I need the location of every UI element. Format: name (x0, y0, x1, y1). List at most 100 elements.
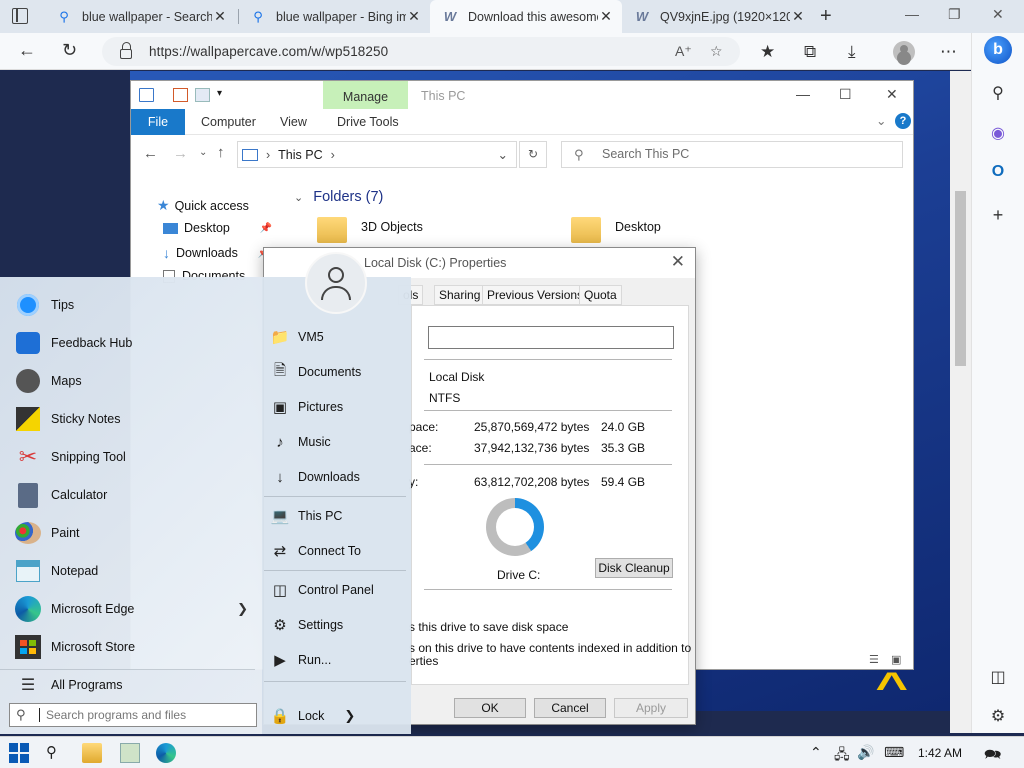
place-documents[interactable]: 🗎 Documents (268, 357, 408, 387)
close-tab-icon[interactable]: ✕ (790, 8, 806, 25)
app-microsoft-store[interactable]: Microsoft Store (0, 628, 262, 666)
close-tab-icon[interactable]: ✕ (598, 8, 614, 25)
keyboard-icon[interactable]: ⌨ (884, 744, 904, 761)
browser-tab[interactable]: ⚲ blue wallpaper - Search ✕ (44, 0, 236, 33)
downloads-icon[interactable]: ⤓ (848, 42, 856, 62)
minimize-icon[interactable]: — (905, 6, 919, 22)
all-programs[interactable]: ☰ All Programs (0, 666, 262, 704)
new-folder-quick-icon[interactable] (195, 88, 210, 102)
search-icon[interactable]: ⚲ (988, 83, 1008, 103)
expand-ribbon-icon[interactable]: ⌄ (876, 113, 886, 128)
place-run[interactable]: ▶ Run... (268, 645, 408, 675)
place-control-panel[interactable]: ◫ Control Panel (268, 575, 408, 605)
apply-button[interactable]: Apply (614, 698, 688, 718)
back-icon[interactable]: ← (18, 40, 36, 61)
tab-actions-icon[interactable] (12, 8, 28, 24)
maximize-icon[interactable]: ☐ (839, 86, 852, 103)
place-pictures[interactable]: ▣ Pictures (268, 392, 408, 422)
place-user-folder[interactable]: 📁 VM5 (268, 322, 408, 352)
nav-quick-access[interactable]: ★ Quick access (157, 197, 249, 214)
cancel-button[interactable]: Cancel (534, 698, 606, 718)
network-icon[interactable]: 🖧 (834, 744, 850, 768)
app-feedback-hub[interactable]: Feedback Hub (0, 324, 262, 362)
clock[interactable]: 1:42 AM (918, 746, 962, 760)
back-icon[interactable]: ← (143, 145, 158, 162)
shopping-icon[interactable]: ◉ (988, 123, 1008, 143)
chevron-right-icon[interactable]: ❯ (344, 708, 355, 724)
profile-avatar[interactable] (893, 41, 915, 63)
show-hidden-icons-icon[interactable]: ⌃ (810, 744, 822, 761)
path-field[interactable]: › This PC › ⌄ (237, 141, 517, 168)
folder-icon[interactable] (571, 217, 601, 243)
close-tab-icon[interactable]: ✕ (406, 8, 422, 25)
place-downloads[interactable]: ↓ Downloads (268, 462, 408, 492)
ribbon-tab-view[interactable]: View (280, 115, 307, 129)
add-sidebar-app-icon[interactable]: + (988, 205, 1008, 225)
app-tips[interactable]: Tips (0, 286, 262, 324)
url-field[interactable]: https://wallpapercave.com/w/wp518250 A⁺ … (102, 37, 740, 66)
notepad-icon[interactable] (120, 743, 140, 763)
lock-icon[interactable] (120, 42, 132, 59)
edge-icon[interactable] (156, 743, 176, 763)
properties-quick-icon[interactable] (173, 88, 188, 102)
folder-3d-objects[interactable]: 3D Objects (361, 220, 423, 234)
drive-name-field[interactable] (428, 326, 674, 349)
notifications-icon[interactable]: 🗪 (984, 744, 1001, 768)
favorites-icon[interactable]: ★ (760, 42, 775, 62)
place-music[interactable]: ♪ Music (268, 427, 408, 457)
disk-cleanup-button[interactable]: Disk Cleanup (595, 558, 673, 578)
scrollbar-thumb[interactable] (955, 191, 966, 366)
ribbon-tab-file[interactable]: File (131, 109, 185, 135)
place-this-pc[interactable]: 💻 This PC (268, 501, 408, 531)
ribbon-tab-computer[interactable]: Computer (201, 115, 256, 129)
app-paint[interactable]: Paint (0, 514, 262, 552)
details-view-icon[interactable]: ☰ (869, 653, 879, 666)
scroll-to-top-icon[interactable]: ^ (875, 667, 908, 707)
forward-icon[interactable]: → (173, 145, 188, 162)
sidebar-layout-icon[interactable]: ◫ (988, 667, 1008, 687)
page-scrollbar[interactable] (950, 71, 971, 733)
read-aloud-icon[interactable]: A⁺ (675, 43, 692, 60)
chevron-right-icon[interactable]: ❯ (237, 601, 248, 617)
place-connect-to[interactable]: ⇄ Connect To (268, 536, 408, 566)
up-icon[interactable]: ↑ (217, 144, 225, 161)
app-snipping-tool[interactable]: ✂ Snipping Tool (0, 438, 262, 476)
nav-downloads[interactable]: ↓ Downloads 📌 (163, 245, 270, 261)
folders-group-header[interactable]: ⌄ Folders (7) (294, 189, 383, 205)
folder-icon[interactable] (317, 217, 347, 243)
index-drive-checkbox-label[interactable]: s on this drive to have contents indexed… (409, 641, 691, 655)
bing-chat-icon[interactable]: b (984, 36, 1012, 64)
ribbon-tab-drive-tools[interactable]: Drive Tools (337, 115, 399, 129)
recent-locations-icon[interactable]: ⌄ (199, 147, 207, 158)
browser-tab[interactable]: W QV9xjnE.jpg (1920×1200 ✕ (622, 0, 814, 33)
nav-desktop[interactable]: Desktop 📌 (163, 221, 272, 235)
browser-tab[interactable]: ⚲ blue wallpaper - Bing im ✕ (238, 0, 430, 33)
place-settings[interactable]: ⚙ Settings (268, 610, 408, 640)
minimize-icon[interactable]: — (796, 86, 810, 102)
folder-desktop[interactable]: Desktop (615, 220, 661, 234)
outlook-icon[interactable]: O (988, 163, 1008, 183)
browser-tab-active[interactable]: W Download this awesome ✕ (430, 0, 622, 33)
app-sticky-notes[interactable]: Sticky Notes (0, 400, 262, 438)
ok-button[interactable]: OK (454, 698, 526, 718)
new-tab-icon[interactable]: + (820, 5, 832, 28)
more-options-icon[interactable]: ⋯ (940, 42, 957, 62)
chevron-down-icon[interactable]: ⌄ (498, 147, 508, 162)
windows-start-icon[interactable] (9, 743, 29, 763)
add-favorite-icon[interactable]: ☆ (710, 43, 723, 60)
user-avatar[interactable] (305, 252, 367, 314)
settings-gear-icon[interactable]: ⚙ (988, 706, 1008, 726)
start-search-input[interactable]: ⚲ Search programs and files (9, 703, 257, 727)
app-calculator[interactable]: Calculator (0, 476, 262, 514)
refresh-icon[interactable]: ↻ (519, 141, 547, 168)
volume-icon[interactable]: 🔊 (857, 744, 874, 761)
tab-quota[interactable]: Quota (579, 285, 622, 305)
large-icons-view-icon[interactable]: ▣ (891, 653, 901, 666)
refresh-icon[interactable]: ↻ (62, 40, 77, 61)
explorer-search-input[interactable]: ⚲ Search This PC (561, 141, 903, 168)
search-icon[interactable]: ⚲ (46, 743, 66, 763)
lock-button[interactable]: 🔒 Lock ❯ (268, 701, 408, 731)
close-window-icon[interactable]: ✕ (992, 6, 1004, 23)
customize-toolbar-icon[interactable]: ▾ (217, 88, 232, 102)
restore-icon[interactable]: ❐ (948, 6, 961, 23)
